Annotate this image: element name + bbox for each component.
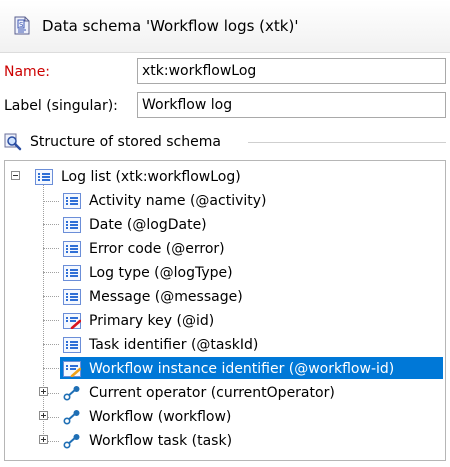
- tree-node-label: Current operator (currentOperator): [89, 385, 335, 401]
- tree-node-link[interactable]: Workflow (workflow): [5, 406, 445, 428]
- schema-document-icon: S: [14, 16, 30, 35]
- tree-node-label: Date (@logDate): [89, 217, 207, 233]
- magnifier-schema-icon: [4, 133, 22, 151]
- expand-toggle-icon[interactable]: [39, 387, 48, 396]
- expand-toggle-icon[interactable]: [39, 411, 48, 420]
- attribute-icon: [63, 241, 81, 257]
- primary-key-attribute-icon: [63, 313, 81, 329]
- link-icon: [63, 410, 80, 425]
- tree-node-attribute[interactable]: Primary key (@id): [5, 310, 445, 332]
- tree-node-attribute[interactable]: Message (@message): [5, 286, 445, 308]
- tree-node-label: Workflow (workflow): [89, 409, 232, 425]
- name-field[interactable]: [137, 58, 446, 84]
- tree-node-link[interactable]: Workflow task (task): [5, 430, 445, 452]
- foreign-key-attribute-icon: [63, 361, 81, 377]
- tree-node-label: Message (@message): [89, 289, 243, 305]
- attribute-icon: [63, 337, 81, 353]
- tree-node-attribute-selected[interactable]: Workflow instance identifier (@workflow-…: [5, 358, 445, 380]
- element-list-icon: [35, 169, 53, 185]
- svg-text:S: S: [19, 21, 24, 29]
- schema-structure-tree[interactable]: Log list (xtk:workflowLog) Activity name…: [4, 160, 446, 461]
- tree-node-label: Workflow task (task): [89, 433, 233, 449]
- tree-node-root[interactable]: Log list (xtk:workflowLog): [5, 166, 445, 188]
- tree-node-attribute[interactable]: Activity name (@activity): [5, 190, 445, 212]
- structure-title: Structure of stored schema: [30, 134, 221, 150]
- tree-node-attribute[interactable]: Date (@logDate): [5, 214, 445, 236]
- section-divider: [248, 142, 446, 143]
- tree-node-label: Task identifier (@taskId): [89, 337, 259, 353]
- tree-node-label: Activity name (@activity): [89, 193, 267, 209]
- attribute-icon: [63, 289, 81, 305]
- tree-node-attribute[interactable]: Error code (@error): [5, 238, 445, 260]
- structure-section-header: Structure of stored schema: [4, 131, 450, 153]
- collapse-toggle-icon[interactable]: [11, 171, 20, 180]
- tree-node-attribute[interactable]: Log type (@logType): [5, 262, 445, 284]
- label-singular-field[interactable]: [137, 92, 446, 118]
- window-header: S Data schema 'Workflow logs (xtk)': [0, 0, 450, 53]
- attribute-icon: [63, 265, 81, 281]
- attribute-icon: [63, 193, 81, 209]
- tree-node-label: Error code (@error): [89, 241, 225, 257]
- tree-node-label: Log type (@logType): [89, 265, 233, 281]
- tree-node-link[interactable]: Current operator (currentOperator): [5, 382, 445, 404]
- link-icon: [63, 434, 80, 449]
- tree-node-label: Workflow instance identifier (@workflow-…: [89, 361, 395, 377]
- attribute-icon: [63, 217, 81, 233]
- name-label: Name:: [4, 64, 51, 80]
- tree-node-label: Primary key (@id): [89, 313, 215, 329]
- tree-node-label: Log list (xtk:workflowLog): [61, 169, 241, 185]
- expand-toggle-icon[interactable]: [39, 435, 48, 444]
- tree-node-attribute[interactable]: Task identifier (@taskId): [5, 334, 445, 356]
- label-singular-label: Label (singular):: [4, 98, 118, 114]
- window-title: Data schema 'Workflow logs (xtk)': [42, 17, 299, 35]
- link-icon: [63, 386, 80, 401]
